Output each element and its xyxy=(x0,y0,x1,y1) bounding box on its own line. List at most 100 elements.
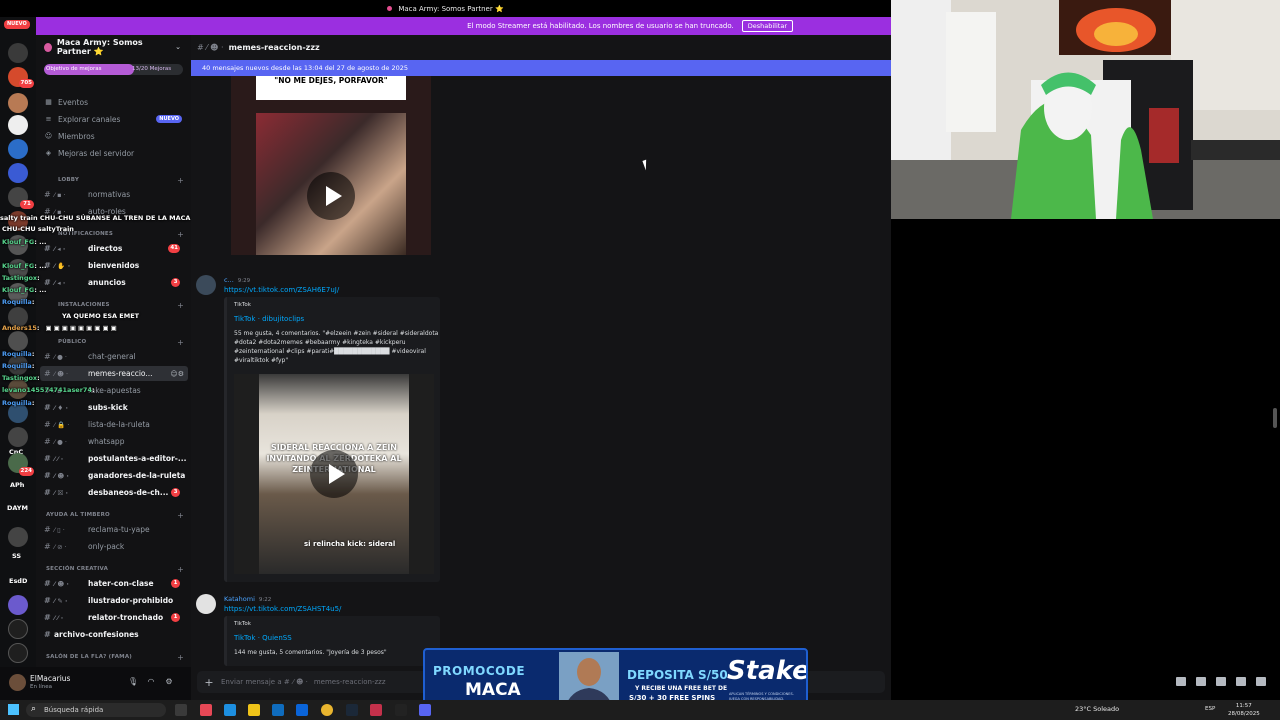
category-creativa[interactable]: SECCIÓN CREATIVA + xyxy=(44,564,184,574)
discord-icon[interactable] xyxy=(419,704,431,716)
scrollbar-thumb[interactable] xyxy=(1273,408,1277,428)
message-author[interactable]: Katahomi 9:22 xyxy=(224,595,271,603)
add-channel-icon[interactable]: + xyxy=(177,511,184,520)
task-view-icon[interactable] xyxy=(175,704,187,716)
server-icon-19[interactable] xyxy=(8,595,28,615)
microphone-icon[interactable]: 🎙 xyxy=(128,677,138,687)
add-channel-icon[interactable]: + xyxy=(177,338,184,347)
server-icon-12[interactable] xyxy=(8,331,28,351)
guild-header[interactable]: Maca Army: Somos Partner ⭐ ⌄ xyxy=(36,35,191,59)
channel-ilustrador-prohibido[interactable]: # ⁄ ✎ · ilustrador-prohibido xyxy=(40,593,188,608)
server-icon-5[interactable] xyxy=(8,163,28,183)
new-pill: NUEVO xyxy=(156,115,182,123)
play-icon[interactable] xyxy=(307,172,355,220)
channel-anuncios[interactable]: # ⁄ ◂ · anuncios 3 xyxy=(40,275,188,290)
server-icon-4[interactable] xyxy=(8,139,28,159)
channel-emoji: ⁄ ● · xyxy=(54,352,67,361)
add-server-icon[interactable] xyxy=(8,619,28,639)
server-label-aph[interactable]: APh xyxy=(10,481,24,489)
channel-memes-reaccion[interactable]: # ⁄ ☻ · memes-reaccio... ☺⚙ xyxy=(40,366,188,381)
category-instalaciones[interactable]: INSTALACIONES + xyxy=(44,300,184,310)
outlook-icon[interactable] xyxy=(296,704,308,716)
category-salon[interactable]: SALÓN DE LA FLA? (FAMA) + xyxy=(44,652,184,662)
add-channel-icon[interactable]: + xyxy=(177,653,184,662)
category-lobby[interactable]: LOBBY + xyxy=(44,175,184,185)
channel-only-pack[interactable]: # ⁄ ⊘ · only-pack xyxy=(40,539,188,554)
headphones-icon[interactable]: ◠ xyxy=(146,677,156,687)
settings-gear-icon[interactable]: ⚙ xyxy=(164,677,174,687)
store-icon[interactable] xyxy=(272,704,284,716)
channel-normativas[interactable]: # ⁄ ▪ · normativas xyxy=(40,187,188,202)
embed-title[interactable]: TikTok · QuienSS xyxy=(234,634,292,642)
video-thumbnail[interactable]: SIDERAL REACCIONA A ZEIN INVITANDO AL ZE… xyxy=(234,374,434,574)
video-thumbnail[interactable]: "NO ME DEJES, PORFAVOR" xyxy=(231,76,431,255)
channel-bienvenidos[interactable]: # ⁄ ✋ · bienvenidos xyxy=(40,258,188,273)
channel-postulantes[interactable]: # ⁄ ⁄ · postulantes-a-editor-... xyxy=(40,451,188,466)
disable-streamer-button[interactable]: Deshabilitar xyxy=(741,20,793,32)
category-publico[interactable]: PÚBLICO + xyxy=(44,337,184,347)
user-name[interactable]: ElMacarius xyxy=(30,674,70,683)
add-channel-icon[interactable]: + xyxy=(177,230,184,239)
server-label-ss[interactable]: SS xyxy=(12,552,21,560)
gift-icon[interactable] xyxy=(1176,677,1186,686)
chrome-icon[interactable] xyxy=(321,704,333,716)
channel-ganadores[interactable]: # ⁄ ☻ · ganadores-de-la-ruleta xyxy=(40,468,188,483)
menu-browse-channels[interactable]: ≡ Explorar canales NUEVO xyxy=(44,112,184,126)
channel-lista-de-la-ruleta[interactable]: # ⁄ 🔒 · lista-de-la-ruleta xyxy=(40,417,188,432)
channel-directos[interactable]: # ⁄ ◂ · directos 41 xyxy=(40,241,188,256)
embed-title[interactable]: TikTok · dibujitoclips xyxy=(234,315,304,323)
clock[interactable]: 11:57 28/08/2025 xyxy=(1228,702,1260,718)
taskbar-search[interactable]: Búsqueda rápida xyxy=(26,703,166,717)
add-channel-icon[interactable]: + xyxy=(177,565,184,574)
new-messages-bar[interactable]: 40 mensajes nuevos desde las 13:04 del 2… xyxy=(191,60,891,76)
server-label-daym[interactable]: DAYM xyxy=(7,504,28,512)
emoji-icon[interactable] xyxy=(1236,677,1246,686)
server-icon-16[interactable] xyxy=(8,427,28,447)
avatar[interactable] xyxy=(9,674,26,691)
server-icon-3[interactable] xyxy=(8,93,28,113)
server-label-esdd[interactable]: EsdD xyxy=(9,577,27,585)
menu-server-boost[interactable]: ◈ Mejoras del servidor xyxy=(44,146,134,160)
boost-goal[interactable]: Objetivo de mejoras 13/20 Mejoras xyxy=(44,64,183,75)
message-author[interactable]: c... 9:29 xyxy=(224,276,250,284)
server-icon-1[interactable] xyxy=(8,43,28,63)
add-channel-icon[interactable]: + xyxy=(177,176,184,185)
menu-members[interactable]: ☺ Miembros xyxy=(44,129,95,143)
channel-hater-con-clase[interactable]: # ⁄ ☻ · hater-con-clase 1 xyxy=(40,576,188,591)
avatar[interactable] xyxy=(196,275,216,295)
steam-icon[interactable] xyxy=(346,704,358,716)
channel-emoji: ⁄ ⊘ · xyxy=(54,542,67,551)
new-badge[interactable]: NUEVO xyxy=(4,20,30,29)
windows-start-icon[interactable] xyxy=(8,704,19,715)
server-icon-betway[interactable] xyxy=(8,115,28,135)
gif-icon[interactable] xyxy=(1196,677,1206,686)
channel-chat-general[interactable]: # ⁄ ● · chat-general xyxy=(40,349,188,364)
menu-events[interactable]: ▦ Eventos xyxy=(44,95,88,109)
sticker-icon[interactable] xyxy=(1216,677,1226,686)
category-ayuda[interactable]: AYUDA AL TIMBERO + xyxy=(44,510,184,520)
language-indicator[interactable]: ESP xyxy=(1205,706,1215,712)
channel-subs-kick[interactable]: # ⁄ ♦ · subs-kick xyxy=(40,400,188,415)
obs-icon[interactable] xyxy=(395,704,407,716)
weather-widget[interactable]: 23°C Soleado xyxy=(1075,705,1119,713)
channel-reclama-tu-yape[interactable]: # ⁄ ▯ · reclama-tu-yape xyxy=(40,522,188,537)
discover-icon[interactable] xyxy=(8,643,28,663)
message-link[interactable]: https://vt.tiktok.com/ZSAH6E7uJ/ xyxy=(224,286,339,294)
copilot-icon[interactable] xyxy=(200,704,212,716)
channel-desbaneos[interactable]: # ⁄ ☒ · desbaneos-de-ch... 3 xyxy=(40,485,188,500)
play-icon[interactable] xyxy=(310,450,358,498)
attach-plus-icon[interactable]: + xyxy=(197,676,221,689)
channel-archivo-confesiones[interactable]: # archivo-confesiones xyxy=(40,627,188,642)
channel-whatsapp[interactable]: # ⁄ ● · whatsapp xyxy=(40,434,188,449)
add-channel-icon[interactable]: + xyxy=(177,301,184,310)
edge-icon[interactable] xyxy=(224,704,236,716)
avatar[interactable] xyxy=(196,594,216,614)
chat-overlay-line: Tastingox: xyxy=(2,374,40,382)
server-icon-18[interactable] xyxy=(8,527,28,547)
channel-relator-tronchado[interactable]: # ⁄ ⁄ · relator-tronchado 1 xyxy=(40,610,188,625)
apps-icon[interactable] xyxy=(1256,677,1266,686)
app-icon-red[interactable] xyxy=(370,704,382,716)
invite-icon[interactable]: ☺⚙ xyxy=(170,370,184,378)
message-link[interactable]: https://vt.tiktok.com/ZSAHST4u5/ xyxy=(224,605,341,613)
file-explorer-icon[interactable] xyxy=(248,704,260,716)
